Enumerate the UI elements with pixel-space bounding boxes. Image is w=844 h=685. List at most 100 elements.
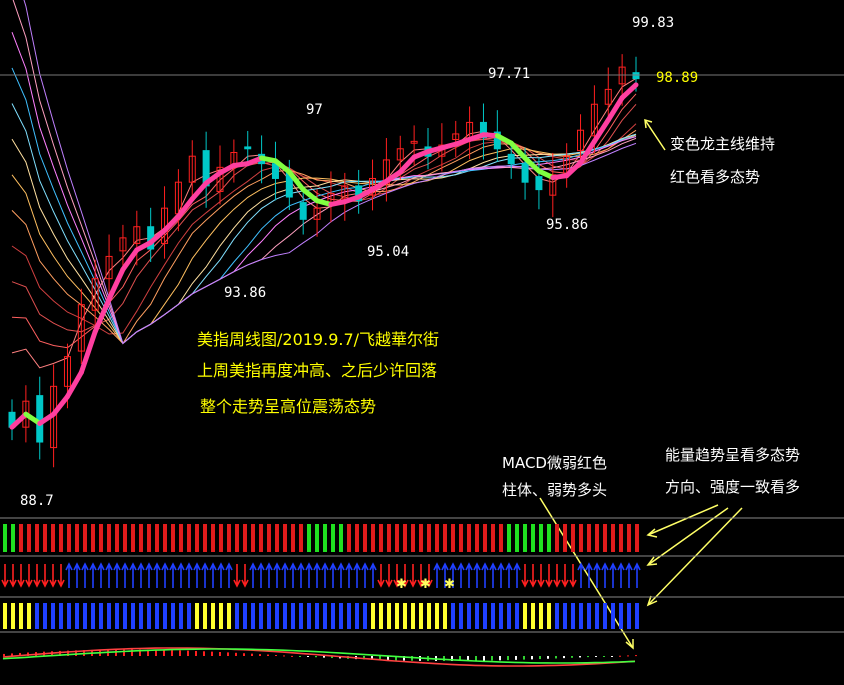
indicator1-bar — [475, 524, 479, 552]
indicator1-bar — [491, 524, 495, 552]
indicator1-bar — [91, 524, 95, 552]
indicator1-bar — [435, 524, 439, 552]
main-line-segment — [120, 247, 140, 272]
indicator1-bar — [251, 524, 255, 552]
indicator1-bar — [507, 524, 511, 552]
indicator3-bar — [259, 603, 263, 629]
indicator3-bar — [155, 603, 159, 629]
up-arrow — [345, 562, 353, 588]
indicator3-bar — [507, 603, 511, 629]
indicator3-bar — [3, 603, 7, 629]
macd-bar — [483, 656, 485, 661]
price-label-peak-left: 97 — [306, 102, 323, 118]
indicator3-bar — [139, 603, 143, 629]
indicator3-bar — [387, 603, 391, 629]
macd-bar — [315, 656, 317, 658]
indicator1-bar — [419, 524, 423, 552]
main-line-segment — [189, 180, 209, 202]
indicator3-bar — [531, 603, 535, 629]
indicator3-bar — [547, 603, 551, 629]
title-line-1: 美指周线图/2019.9.7/飞越華尔街 — [197, 330, 439, 349]
indicator3-bar — [99, 603, 103, 629]
indicator1-bar — [619, 524, 623, 552]
macd-bar — [267, 654, 269, 656]
candle-body — [521, 163, 529, 183]
macd-bar — [531, 656, 533, 660]
indicator3-bar — [611, 603, 615, 629]
indicator3-bar — [283, 603, 287, 629]
up-arrow — [329, 562, 337, 588]
up-arrow — [145, 562, 153, 588]
up-arrow — [457, 562, 465, 588]
up-arrow — [305, 562, 313, 588]
indicator3-bar — [635, 603, 639, 629]
dragon-note-1: 变色龙主线维持 — [670, 135, 775, 153]
indicator1-bar — [107, 524, 111, 552]
indicator3-bar — [627, 603, 631, 629]
down-arrow — [241, 564, 249, 588]
indicator3-bar — [539, 603, 543, 629]
up-arrow — [273, 562, 281, 588]
down-arrow — [49, 564, 57, 588]
down-arrow — [233, 564, 241, 588]
indicator1-bar — [587, 524, 591, 552]
up-arrow — [353, 562, 361, 588]
indicator3-bar — [395, 603, 399, 629]
macd-bar — [523, 656, 525, 660]
up-arrow — [473, 562, 481, 588]
macd-bar — [579, 656, 581, 658]
indicator1-bar — [627, 524, 631, 552]
energy-note-2: 方向、强度一致看多 — [665, 478, 800, 496]
indicator3-bar — [243, 603, 247, 629]
indicator3-bar — [35, 603, 39, 629]
down-arrow — [385, 564, 393, 588]
indicator1-bar — [315, 524, 319, 552]
macd-note-1: MACD微弱红色 — [502, 454, 607, 472]
indicator1-bar — [499, 524, 503, 552]
indicator1-bar — [523, 524, 527, 552]
indicator3-bar — [91, 603, 95, 629]
up-arrow — [193, 562, 201, 588]
indicator3-bar — [11, 603, 15, 629]
candle-body — [36, 395, 44, 443]
up-arrow — [81, 562, 89, 588]
macd-bar — [539, 656, 541, 660]
macd-bar — [115, 649, 117, 656]
macd-bar — [219, 652, 221, 656]
up-arrow — [497, 562, 505, 588]
macd-bar — [227, 652, 229, 656]
down-arrow — [25, 564, 33, 588]
up-arrow — [265, 562, 273, 588]
up-arrow — [201, 562, 209, 588]
indicator3-bar — [403, 603, 407, 629]
indicator3-bar — [291, 603, 295, 629]
price-label-low-mid-1: 95.04 — [367, 244, 409, 260]
indicator1-bar — [243, 524, 247, 552]
indicator3-bar — [235, 603, 239, 629]
title-line-3: 整个走势呈高位震荡态势 — [200, 397, 376, 416]
indicator1-bar — [131, 524, 135, 552]
indicator1-bar — [35, 524, 39, 552]
main-line-segment — [397, 154, 417, 175]
indicator3-bar — [467, 603, 471, 629]
indicator3-bar — [435, 603, 439, 629]
indicator3-bar — [51, 603, 55, 629]
up-arrow — [65, 562, 73, 588]
indicator3-bar — [107, 603, 111, 629]
up-arrow — [121, 562, 129, 588]
up-arrow — [217, 562, 225, 588]
indicator1-bar — [291, 524, 295, 552]
indicator3-bar — [323, 603, 327, 629]
down-arrow — [521, 564, 529, 588]
indicator1-bar — [539, 524, 543, 552]
up-arrow — [129, 562, 137, 588]
up-arrow — [169, 562, 177, 588]
macd-bar — [299, 656, 301, 657]
star-marker: ✱ — [396, 577, 407, 592]
indicator1-bar — [323, 524, 327, 552]
indicator3-bar — [203, 603, 207, 629]
down-arrow — [553, 564, 561, 588]
up-arrow — [465, 562, 473, 588]
indicator1-bar — [299, 524, 303, 552]
indicator1-bar — [219, 524, 223, 552]
